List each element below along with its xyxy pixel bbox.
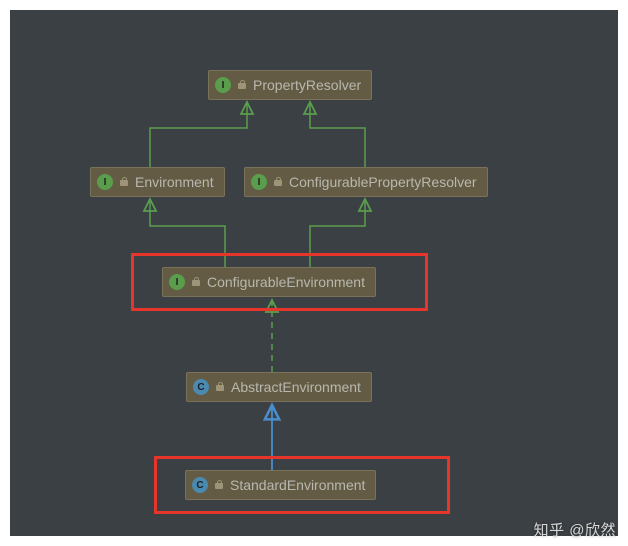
node-configurable-environment[interactable]: I ConfigurableEnvironment bbox=[162, 267, 376, 297]
interface-icon: I bbox=[215, 77, 231, 93]
lock-icon bbox=[214, 480, 224, 490]
node-label: StandardEnvironment bbox=[230, 477, 365, 493]
lock-icon bbox=[273, 177, 283, 187]
lock-icon bbox=[237, 80, 247, 90]
lock-icon bbox=[119, 177, 129, 187]
edge-cpr-to-pr bbox=[310, 102, 365, 167]
lock-icon bbox=[215, 382, 225, 392]
node-property-resolver[interactable]: I PropertyResolver bbox=[208, 70, 372, 100]
edge-ce-to-env bbox=[150, 199, 225, 267]
watermark: 知乎 @欣然 bbox=[534, 519, 616, 540]
edge-ce-to-cpr bbox=[310, 199, 365, 267]
node-environment[interactable]: I Environment bbox=[90, 167, 225, 197]
edge-env-to-pr bbox=[150, 102, 247, 167]
node-abstract-environment[interactable]: C AbstractEnvironment bbox=[186, 372, 372, 402]
node-label: ConfigurableEnvironment bbox=[207, 274, 365, 290]
class-icon: C bbox=[193, 379, 209, 395]
class-icon: C bbox=[192, 477, 208, 493]
node-configurable-property-resolver[interactable]: I ConfigurablePropertyResolver bbox=[244, 167, 488, 197]
interface-icon: I bbox=[97, 174, 113, 190]
diagram-canvas: I PropertyResolver I Environment I Confi… bbox=[10, 10, 618, 536]
node-label: Environment bbox=[135, 174, 214, 190]
interface-icon: I bbox=[169, 274, 185, 290]
node-label: ConfigurablePropertyResolver bbox=[289, 174, 477, 190]
node-label: AbstractEnvironment bbox=[231, 379, 361, 395]
interface-icon: I bbox=[251, 174, 267, 190]
node-label: PropertyResolver bbox=[253, 77, 361, 93]
node-standard-environment[interactable]: C StandardEnvironment bbox=[185, 470, 376, 500]
lock-icon bbox=[191, 277, 201, 287]
